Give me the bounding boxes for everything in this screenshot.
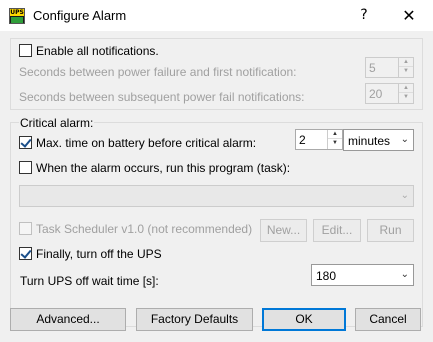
task-scheduler-checkbox[interactable] bbox=[19, 222, 32, 235]
subsequent-notification-spinner[interactable]: 20 ▲ ▼ bbox=[365, 83, 414, 104]
app-icon-battery bbox=[11, 17, 23, 23]
edit-task-button[interactable]: Edit... bbox=[313, 219, 361, 242]
window-title: Configure Alarm bbox=[33, 8, 127, 23]
spin-up-icon[interactable]: ▲ bbox=[328, 130, 342, 139]
enable-notifications-checkbox[interactable] bbox=[19, 44, 32, 57]
subsequent-notification-label: Seconds between subsequent power fail no… bbox=[19, 90, 305, 104]
spin-down-icon[interactable]: ▼ bbox=[399, 93, 413, 102]
chevron-down-icon: ⌄ bbox=[400, 269, 409, 280]
chevron-down-icon: ⌄ bbox=[400, 190, 409, 201]
subsequent-notification-value: 20 bbox=[369, 87, 383, 101]
enable-notifications-label[interactable]: Enable all notifications. bbox=[36, 44, 159, 58]
wait-time-dropdown[interactable]: 180 ⌄ bbox=[311, 264, 414, 286]
program-dropdown[interactable]: ⌄ bbox=[19, 185, 414, 207]
wait-time-label: Turn UPS off wait time [s]: bbox=[20, 274, 159, 288]
spinner-arrows: ▲ ▼ bbox=[398, 58, 413, 77]
chevron-down-icon: ⌄ bbox=[400, 134, 409, 145]
spin-up-icon[interactable]: ▲ bbox=[399, 58, 413, 67]
help-button[interactable]: ? bbox=[341, 0, 387, 31]
spinner-arrows: ▲ ▼ bbox=[398, 84, 413, 103]
spinner-arrows: ▲ ▼ bbox=[327, 130, 342, 149]
app-icon-label: UPS bbox=[10, 9, 24, 16]
time-unit-dropdown[interactable]: minutes ⌄ bbox=[343, 129, 414, 151]
critical-alarm-caption: Critical alarm: bbox=[19, 116, 95, 130]
max-time-value: 2 bbox=[299, 133, 306, 147]
factory-defaults-button[interactable]: Factory Defaults bbox=[136, 308, 253, 331]
advanced-button[interactable]: Advanced... bbox=[10, 308, 126, 331]
dialog-body: Enable all notifications. Seconds betwee… bbox=[0, 31, 433, 342]
max-time-spinner[interactable]: 2 ▲ ▼ bbox=[295, 129, 343, 150]
run-task-button[interactable]: Run bbox=[367, 219, 414, 242]
close-button[interactable]: ✕ bbox=[386, 0, 432, 31]
run-program-checkbox[interactable] bbox=[19, 161, 32, 174]
time-unit-value: minutes bbox=[348, 134, 391, 148]
first-notification-spinner[interactable]: 5 ▲ ▼ bbox=[365, 57, 414, 78]
turn-off-ups-label[interactable]: Finally, turn off the UPS bbox=[36, 247, 162, 261]
title-bar: UPS Configure Alarm ? ✕ bbox=[0, 0, 433, 31]
cancel-button[interactable]: Cancel bbox=[355, 308, 421, 331]
max-time-label[interactable]: Max. time on battery before critical ala… bbox=[36, 136, 256, 150]
first-notification-label: Seconds between power failure and first … bbox=[19, 65, 297, 79]
first-notification-value: 5 bbox=[369, 61, 376, 75]
spin-down-icon[interactable]: ▼ bbox=[328, 139, 342, 148]
spin-up-icon[interactable]: ▲ bbox=[399, 84, 413, 93]
ups-app-icon: UPS bbox=[9, 8, 25, 24]
run-program-label[interactable]: When the alarm occurs, run this program … bbox=[36, 161, 290, 175]
new-task-button[interactable]: New... bbox=[260, 219, 307, 242]
wait-time-value: 180 bbox=[316, 269, 337, 283]
task-scheduler-label[interactable]: Task Scheduler v1.0 (not recommended) bbox=[36, 222, 252, 236]
turn-off-ups-checkbox[interactable] bbox=[19, 247, 32, 260]
max-time-checkbox[interactable] bbox=[19, 136, 32, 149]
spin-down-icon[interactable]: ▼ bbox=[399, 67, 413, 76]
ok-button[interactable]: OK bbox=[262, 308, 346, 331]
